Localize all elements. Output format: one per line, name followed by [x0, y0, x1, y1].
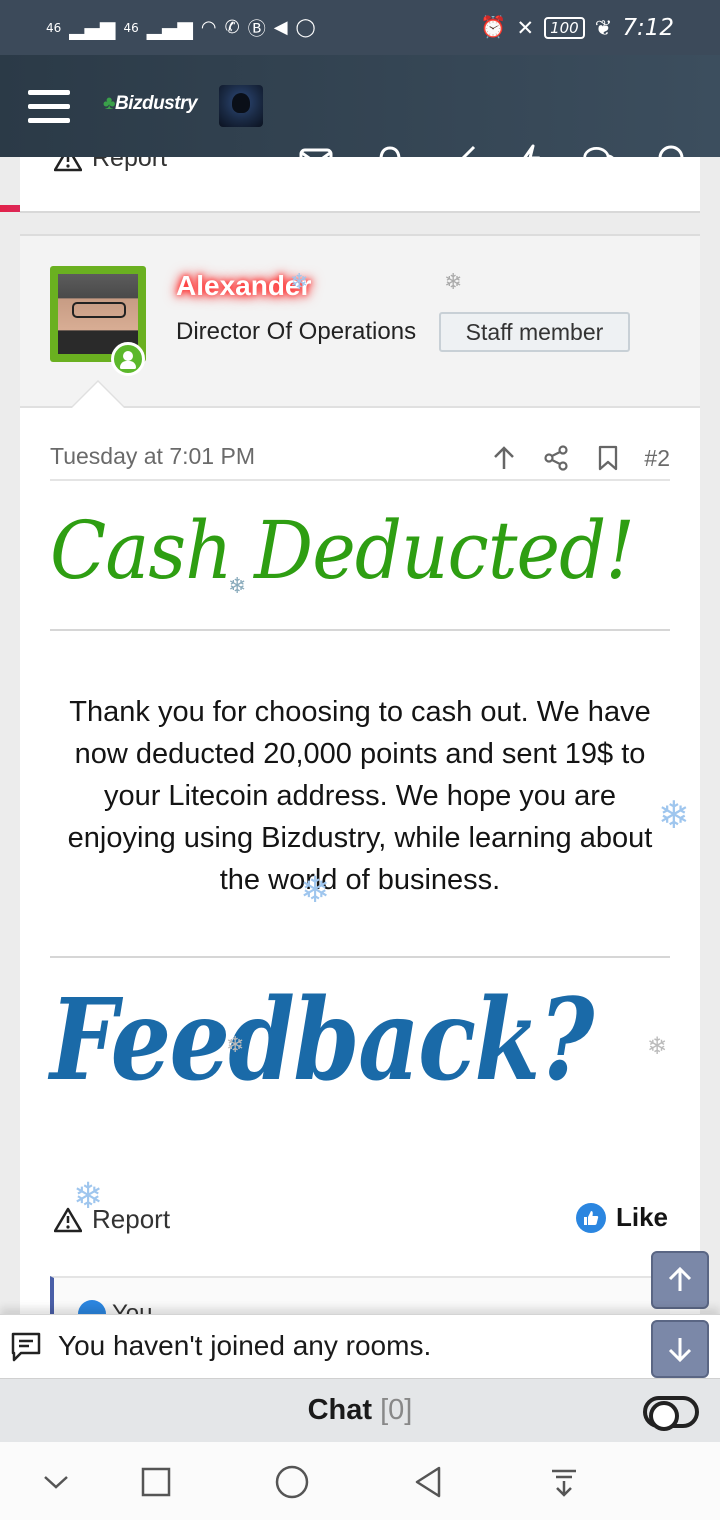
status-bar: 46 ▂▄▆ 46 ▂▄▆ ◠ ✆ Ⓑ ◀ ◯ ⏰ ✕ 100 ❦ 7:12: [0, 0, 720, 55]
cash-deducted-image: Cash Deducted!: [50, 504, 635, 597]
report-label: Report: [92, 157, 168, 172]
post-author-header: Alexander Director Of Operations Staff m…: [20, 236, 700, 408]
forum-post: Alexander Director Of Operations Staff m…: [20, 234, 700, 1326]
telegram-icon: ◀: [273, 17, 288, 38]
site-logo[interactable]: ♣Bizdustry: [103, 93, 198, 115]
chat-toggle[interactable]: [643, 1396, 699, 1431]
feedback-image: Feedback?: [50, 975, 594, 1106]
logo-text: Bizdustry: [114, 93, 198, 114]
status-right-icons: ⏰ ✕ 100 ❦ 7:12: [480, 15, 674, 41]
like-button[interactable]: Like: [575, 1202, 668, 1233]
phone-icon: ✆: [224, 17, 240, 38]
divider: [50, 629, 670, 631]
post-number[interactable]: #2: [644, 445, 670, 472]
signal-bars-icon: ▂▄▆: [69, 15, 116, 40]
chevron-down-icon[interactable]: [36, 1462, 76, 1502]
scroll-to-bottom-button[interactable]: [651, 1320, 709, 1378]
snowflake-icon: ❄: [300, 870, 331, 911]
chat-label: Chat: [307, 1394, 373, 1426]
chat-count: [0]: [380, 1394, 413, 1426]
previous-post-footer: Report: [20, 157, 700, 213]
whatsapp-icon: ◯: [295, 17, 316, 38]
signal-icon-2: 46: [123, 20, 139, 35]
previous-report-link[interactable]: Report: [54, 157, 167, 173]
chat-message-row: You haven't joined any rooms.: [0, 1314, 720, 1378]
chat-message-icon: [11, 1332, 41, 1362]
thumbs-up-icon: [575, 1202, 606, 1233]
arrow-up-icon: [668, 1266, 692, 1291]
post-date[interactable]: Tuesday at 7:01 PM: [50, 443, 255, 470]
staff-badge: Staff member: [439, 312, 630, 352]
arrow-down-icon: [668, 1338, 692, 1363]
chat-bar[interactable]: Chat [0]: [0, 1378, 720, 1442]
author-title: Director Of Operations: [176, 318, 417, 345]
app-bar: ♣Bizdustry: [0, 55, 720, 212]
like-label: Like: [615, 1202, 668, 1232]
arrow-up-icon[interactable]: [478, 441, 530, 475]
battery-indicator: 100: [544, 16, 585, 39]
chat-title[interactable]: Chat [0]: [0, 1394, 720, 1427]
snowflake-icon: ❄: [444, 270, 463, 295]
bookmark-icon[interactable]: [582, 441, 634, 475]
snowflake-icon: ❄: [658, 793, 690, 837]
chat-status-message: You haven't joined any rooms.: [58, 1330, 432, 1361]
scroll-to-top-button[interactable]: [651, 1251, 709, 1309]
status-left-icons: 46 ▂▄▆ 46 ▂▄▆ ◠ ✆ Ⓑ ◀ ◯: [46, 15, 316, 41]
clock: 7:12: [622, 14, 674, 41]
snowflake-icon: ❄: [647, 1032, 668, 1060]
b-app-icon: Ⓑ: [247, 18, 266, 40]
wifi-icon: ◠: [200, 17, 217, 38]
snowflake-icon: ❄: [228, 574, 247, 599]
signal-bars-icon-2: ▂▄▆: [146, 15, 193, 40]
snowflake-icon: ❄: [290, 270, 309, 295]
back-icon[interactable]: [408, 1462, 448, 1502]
alarm-icon: ⏰: [480, 15, 507, 39]
warning-icon: [54, 157, 82, 171]
signal-icon: 46: [46, 20, 62, 35]
snowflake-icon: ❄: [226, 1033, 245, 1058]
leaf-icon: ❦: [594, 15, 613, 40]
user-avatar[interactable]: [219, 85, 263, 127]
post-meta: Tuesday at 7:01 PM #2: [50, 441, 670, 481]
divider: [50, 956, 670, 958]
header-pointer: [70, 380, 126, 408]
notifications-pull-icon[interactable]: [544, 1462, 584, 1502]
system-navigation-bar: [0, 1442, 720, 1520]
snowflake-icon: ❄: [73, 1176, 104, 1217]
report-label: Report: [92, 1204, 171, 1234]
report-link[interactable]: Report: [54, 1204, 170, 1235]
recents-icon[interactable]: [136, 1462, 176, 1502]
post-body: Thank you for choosing to cash out. We h…: [67, 696, 653, 896]
menu-icon[interactable]: [28, 90, 70, 124]
home-icon[interactable]: [272, 1462, 312, 1502]
share-icon[interactable]: [530, 441, 582, 475]
online-status-icon: [111, 342, 145, 376]
mute-icon: ✕: [516, 15, 535, 40]
